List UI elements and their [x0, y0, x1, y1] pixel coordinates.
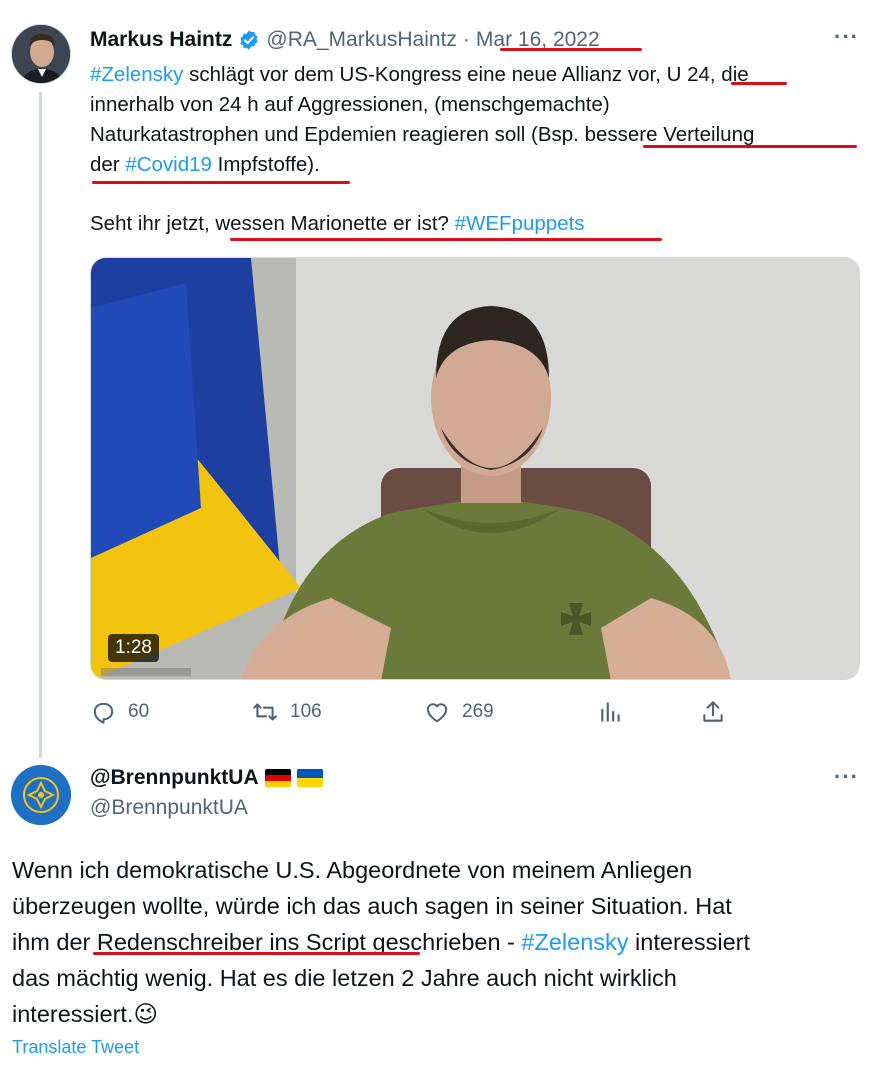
text-span-marionette: wessen Marionette er ist? [215, 212, 455, 235]
analytics-icon [601, 702, 620, 722]
heart-icon [426, 703, 448, 723]
more-options-icon[interactable]: ··· [834, 24, 859, 50]
hashtag-wefpuppets[interactable]: #WEFpuppets [455, 212, 585, 235]
like-button[interactable]: 269 [424, 699, 494, 725]
annotation-underline [500, 48, 642, 51]
text-span-u24: U 24 [666, 63, 710, 86]
like-count: 269 [462, 701, 494, 722]
text-span: Seht ihr jetzt, [90, 212, 216, 235]
verified-badge-icon [240, 30, 258, 50]
more-options-icon[interactable]: ··· [834, 764, 859, 790]
avatar[interactable] [11, 765, 71, 825]
text-span-verteilung: bessere Verteilung [584, 123, 755, 146]
retweet-icon [253, 703, 277, 721]
hashtag-zelensky[interactable]: #Zelensky [521, 929, 628, 955]
author-name[interactable]: @BrennpunktUA [90, 766, 259, 790]
author-handle[interactable]: @RA_MarkusHaintz [266, 28, 457, 52]
retweet-count: 106 [290, 701, 322, 722]
reply-button[interactable]: 60 [90, 699, 149, 725]
tweet-actions: 60 106 269 [90, 699, 860, 729]
author-name-row: @BrennpunktUA [90, 766, 323, 790]
retweet-button[interactable]: 106 [252, 699, 322, 725]
separator: · [462, 28, 470, 51]
hashtag-covid19[interactable]: #Covid19 [125, 153, 212, 176]
share-button[interactable] [700, 699, 726, 725]
ukraine-flag-icon [296, 769, 323, 787]
tweet-text: #Zelensky schlägt vor dem US-Kongress ei… [90, 60, 860, 239]
annotation-underline [643, 145, 857, 148]
text-span: interessiert. [12, 1001, 134, 1027]
share-icon [703, 701, 723, 722]
text-span: interessiert [628, 929, 750, 955]
annotation-underline [230, 238, 662, 241]
text-line: überzeugen wollte, würde ich das auch sa… [12, 893, 732, 919]
reply-icon [93, 702, 114, 724]
germany-flag-icon [264, 769, 291, 787]
annotation-underline [93, 952, 420, 955]
text-line: Wenn ich demokratische U.S. Abgeordnete … [12, 857, 693, 883]
text-line: das mächtig wenig. Hat es die letzen 2 J… [12, 965, 677, 991]
text-span: ihm der [12, 929, 97, 955]
text-line: innerhalb von 24 h auf Aggressionen, (me… [90, 93, 610, 116]
author-handle[interactable]: @BrennpunktUA [90, 796, 248, 820]
annotation-underline [92, 181, 350, 184]
translate-tweet-link[interactable]: Translate Tweet [12, 1037, 139, 1058]
thread-line [39, 92, 42, 758]
text-span: Impfstoffe). [211, 153, 320, 176]
text-span: Naturkatastrophen und Epdemien reagieren… [90, 123, 585, 146]
hashtag-zelensky[interactable]: #Zelensky [90, 63, 183, 86]
text-span: schlägt vor dem US-Kongress eine neue Al… [183, 63, 667, 86]
avatar[interactable] [11, 24, 71, 84]
reply-count: 60 [128, 701, 150, 722]
tweet-text: Wenn ich demokratische U.S. Abgeordnete … [12, 852, 872, 1032]
video-frame [91, 258, 859, 679]
views-button[interactable] [598, 699, 624, 725]
wink-emoji-icon: 😉 [133, 1001, 158, 1027]
text-span: der [90, 153, 126, 176]
annotation-underline [731, 82, 787, 85]
video-duration: 1:28 [108, 634, 159, 662]
video-player[interactable] [90, 257, 860, 680]
author-name[interactable]: Markus Haintz [90, 28, 232, 52]
